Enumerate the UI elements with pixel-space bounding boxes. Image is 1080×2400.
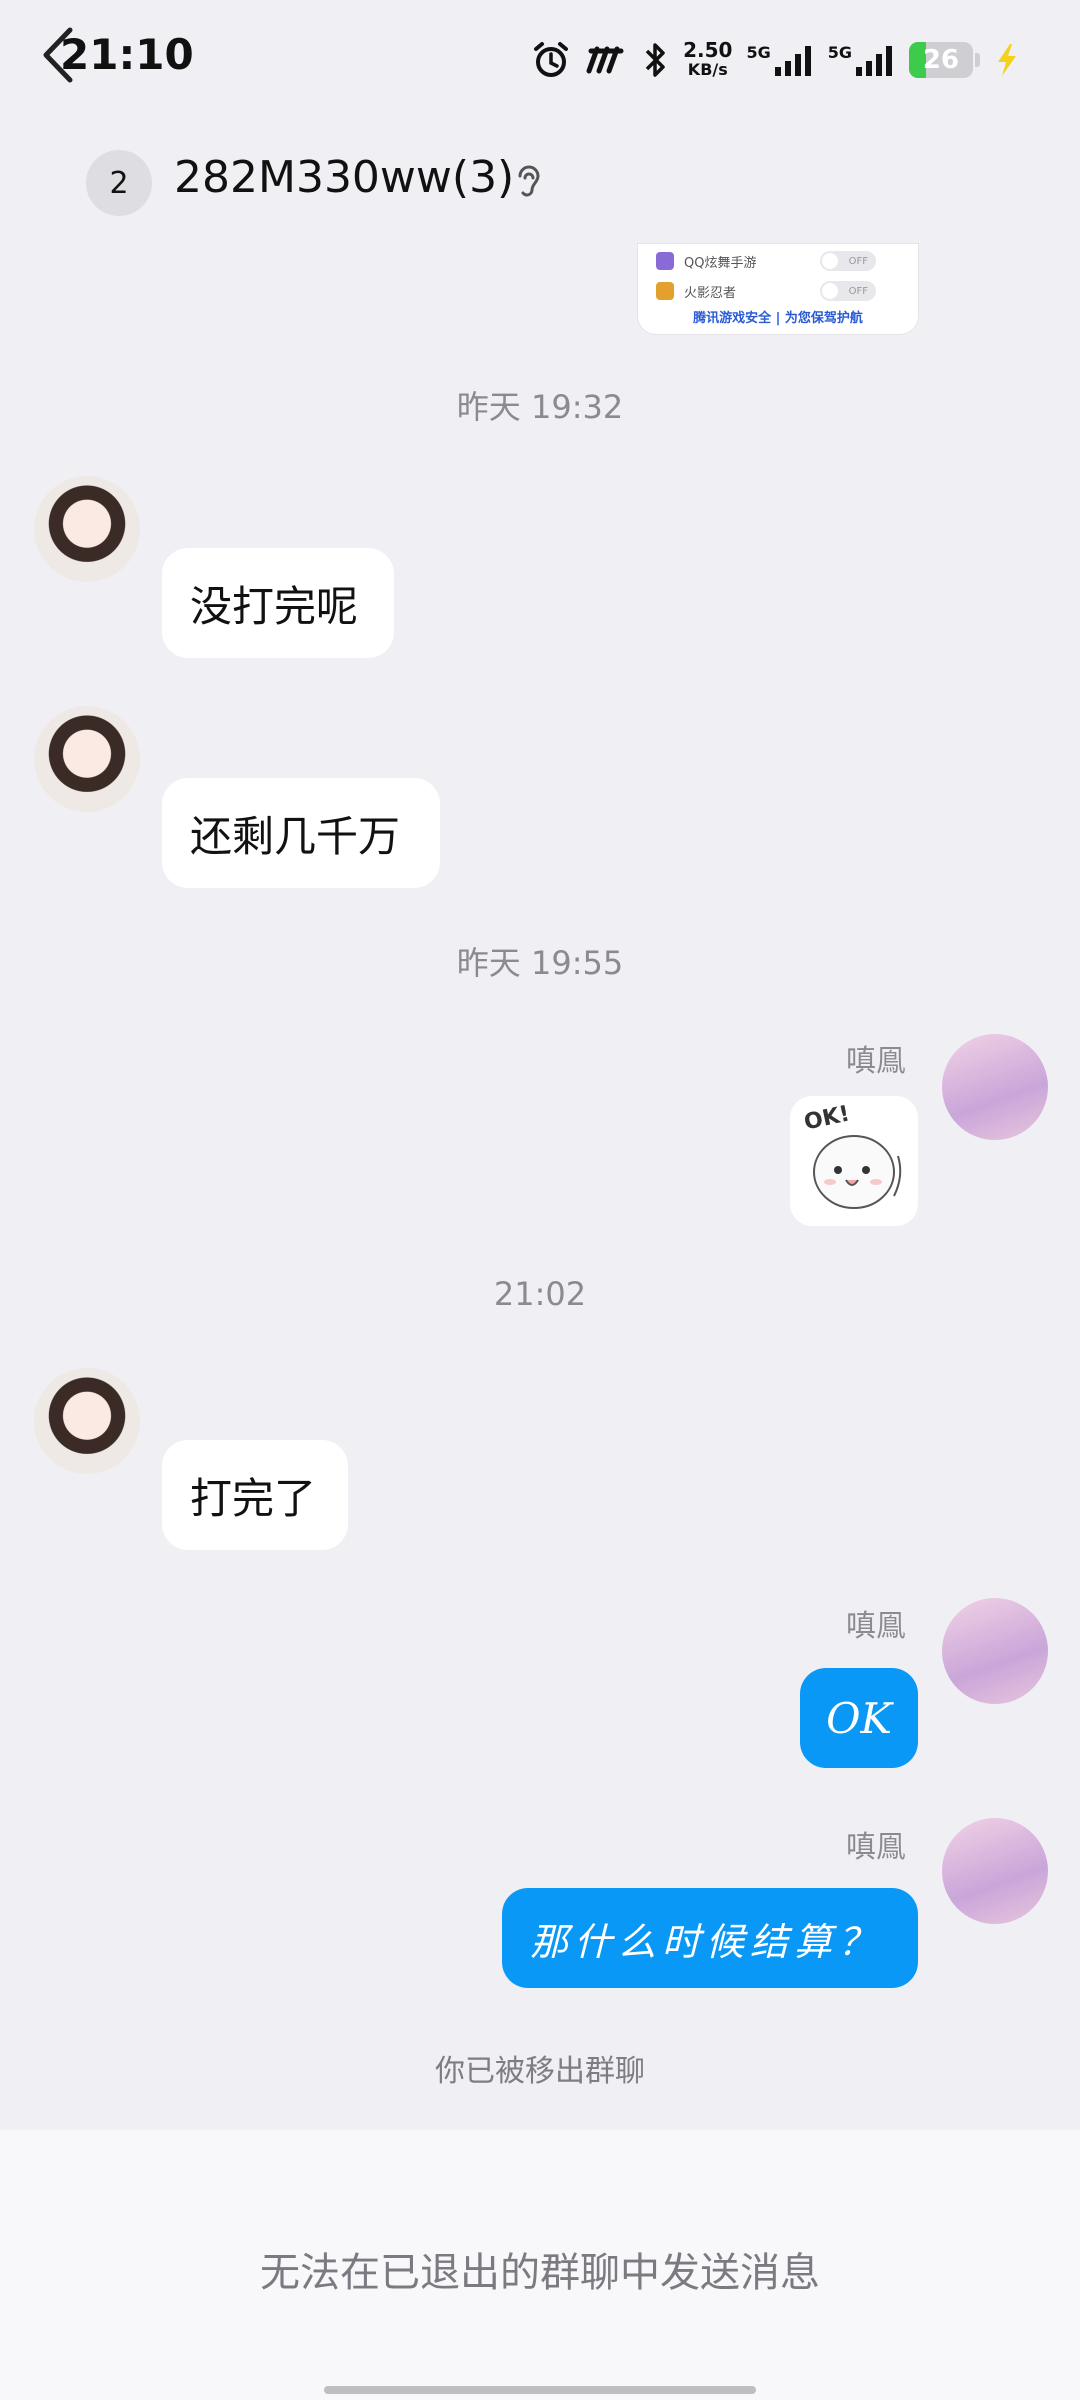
message-bubble[interactable]: 那什么时候结算？ — [502, 1888, 918, 1988]
chevron-left-icon — [43, 27, 73, 83]
sender-name: 嗔鳯 — [846, 1044, 906, 1079]
avatar[interactable] — [34, 706, 140, 812]
app-icon — [656, 252, 674, 270]
time-label: 昨天 19:32 — [456, 388, 624, 426]
bluetooth-icon — [641, 40, 669, 80]
sticker-message[interactable]: OK! — [790, 1096, 918, 1226]
system-notice: 你已被移出群聊 — [435, 2054, 645, 2089]
speed-unit: KB/s — [687, 60, 728, 79]
battery-icon: 26 — [909, 42, 973, 78]
app-label: QQ炫舞手游 — [684, 255, 757, 271]
avatar[interactable] — [942, 1034, 1048, 1140]
avatar[interactable] — [34, 1368, 140, 1474]
alarm-icon — [531, 40, 571, 80]
status-icons: 2.50 KB/s 5G 5G 26 — [531, 30, 1020, 90]
sender-name: 嗔鳯 — [846, 1830, 906, 1865]
message-bubble[interactable]: 还剩几千万 — [162, 778, 440, 888]
list-item: 火影忍者 OFF — [656, 278, 906, 304]
toggle-switch: OFF — [820, 281, 876, 301]
network-speed: 2.50 KB/s — [683, 40, 732, 80]
app-icon — [656, 282, 674, 300]
image-footer: 腾讯游戏安全 | 为您保驾护航 — [693, 311, 863, 326]
unread-count-badge[interactable]: 2 — [86, 150, 152, 216]
toggle-switch: OFF — [820, 251, 876, 271]
app-label: 火影忍者 — [684, 285, 737, 301]
sim2-label: 5G — [827, 43, 852, 62]
status-bar: 21:10 2.50 KB/s 5G 5G 26 — [0, 0, 1080, 120]
charging-icon — [994, 42, 1020, 78]
sender-name: 嗔鳯 — [846, 1609, 906, 1644]
time-label: 昨天 19:55 — [456, 944, 624, 982]
image-message[interactable]: QQ炫舞手游 OFF 火影忍者 OFF 腾讯游戏安全 | 为您保驾护航 — [638, 244, 918, 334]
cannot-send-notice: 无法在已退出的群聊中发送消息 — [260, 2250, 820, 2296]
time-label: 21:02 — [493, 1275, 587, 1313]
signal-icon: 5G — [746, 43, 813, 77]
speed-value: 2.50 — [683, 38, 733, 62]
avatar[interactable] — [942, 1818, 1048, 1924]
list-item: QQ炫舞手游 OFF — [656, 248, 906, 274]
back-button[interactable] — [36, 22, 86, 88]
ear-icon[interactable] — [512, 162, 544, 202]
avatar[interactable] — [34, 476, 140, 582]
sim1-label: 5G — [746, 43, 771, 62]
battery-level: 26 — [922, 45, 960, 75]
avatar[interactable] — [942, 1598, 1048, 1704]
message-bubble[interactable]: 没打完呢 — [162, 548, 394, 658]
message-bubble[interactable]: 打完了 — [162, 1440, 348, 1550]
message-bubble[interactable]: OK — [800, 1668, 918, 1768]
battery-cap — [975, 53, 980, 67]
app-icon — [585, 45, 627, 75]
signal-icon: 5G — [828, 43, 895, 77]
chat-title[interactable]: 282M330ww(3) — [174, 152, 514, 203]
home-indicator[interactable] — [324, 2386, 756, 2394]
